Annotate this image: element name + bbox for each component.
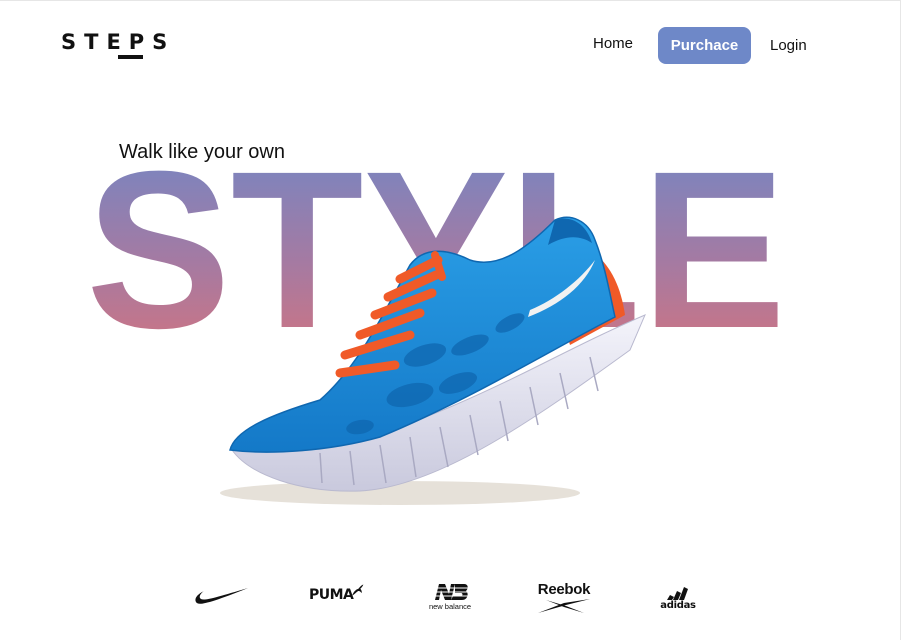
- nav-login-link[interactable]: Login: [770, 37, 807, 54]
- logo-underline: [118, 55, 143, 59]
- reebok-vector-icon: [538, 598, 590, 613]
- nike-swoosh-icon: [195, 588, 248, 604]
- puma-wordmark: PUMA: [309, 587, 354, 603]
- site-logo[interactable]: STEPS: [61, 30, 175, 54]
- new-balance-wordmark: new balance: [428, 601, 472, 611]
- nav-home-link[interactable]: Home: [593, 35, 633, 52]
- adidas-stripes-icon: [667, 586, 688, 600]
- reebok-wordmark: Reebok: [537, 580, 591, 598]
- hero-shoe-image: [220, 216, 646, 505]
- hero-tagline: Walk like your own: [119, 141, 285, 163]
- adidas-wordmark: adidas: [660, 599, 696, 611]
- nike-logo[interactable]: [193, 583, 251, 609]
- nav-purchase-button[interactable]: Purchace: [658, 27, 751, 64]
- new-balance-logo[interactable]: new balance: [423, 580, 477, 612]
- puma-logo[interactable]: PUMA: [309, 579, 365, 611]
- puma-cat-icon: [352, 584, 364, 596]
- adidas-logo[interactable]: adidas: [658, 583, 698, 613]
- brand-logos-row: PUMA new balance Reebok adidas: [0, 575, 901, 620]
- reebok-logo[interactable]: Reebok: [534, 578, 594, 616]
- new-balance-nb-icon: [431, 583, 469, 600]
